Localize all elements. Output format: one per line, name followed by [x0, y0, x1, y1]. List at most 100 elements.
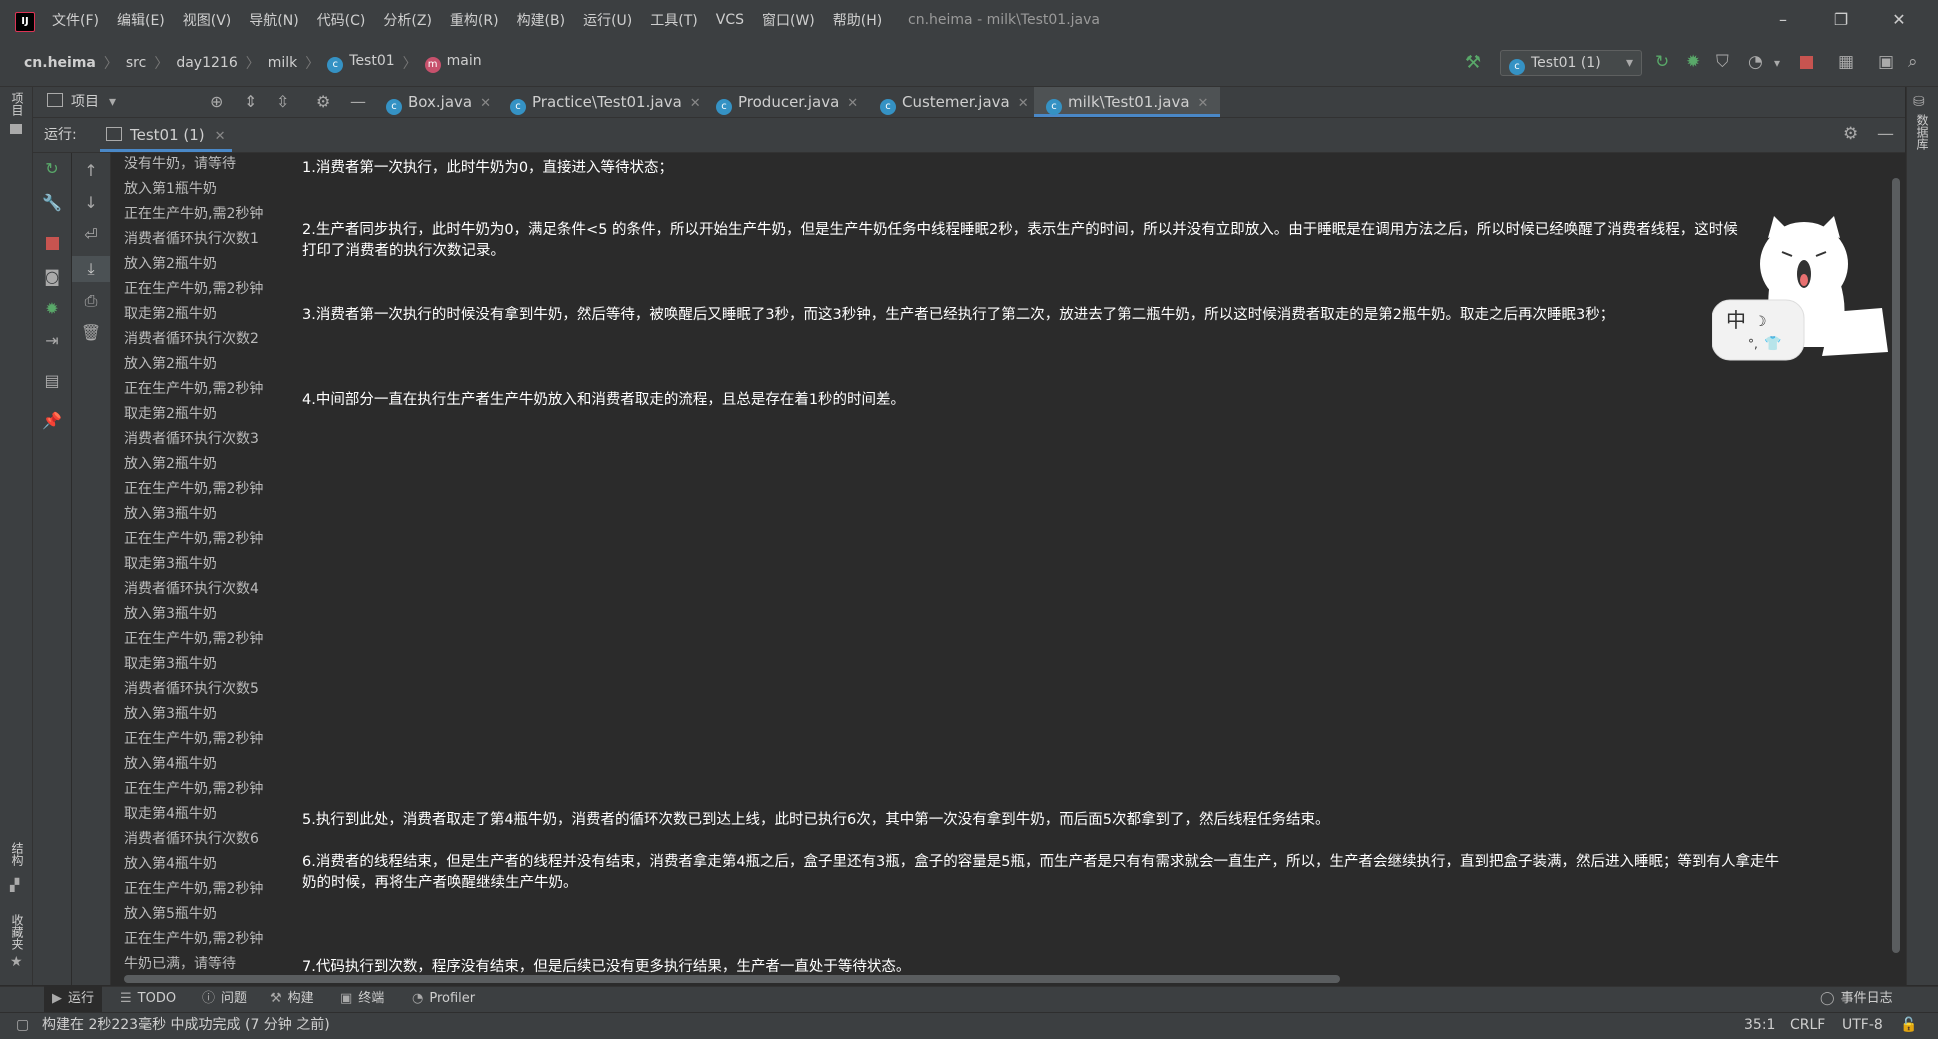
- tool-tab-terminal[interactable]: ▣ 终端: [340, 986, 384, 1012]
- menu-analyze[interactable]: 分析(Z): [383, 10, 432, 30]
- minimize-button[interactable]: –: [1760, 0, 1806, 40]
- close-icon[interactable]: ✕: [1198, 96, 1209, 111]
- menu-navigate[interactable]: 导航(N): [249, 10, 298, 30]
- event-log-button[interactable]: ◯ 事件日志: [1820, 986, 1893, 1012]
- tab-milk-test01[interactable]: c milk\Test01.java ✕: [1034, 87, 1221, 117]
- soft-wrap-icon[interactable]: ⏎: [72, 225, 110, 244]
- close-icon[interactable]: ✕: [1018, 96, 1029, 111]
- close-icon[interactable]: ✕: [215, 129, 226, 144]
- cursor-position[interactable]: 35:1: [1744, 1012, 1775, 1038]
- tab-practice-test01[interactable]: c Practice\Test01.java ✕: [510, 87, 701, 117]
- gear-icon[interactable]: ⚙: [316, 92, 330, 111]
- speech-bubble-icon: ◯: [1820, 991, 1835, 1006]
- close-icon[interactable]: ✕: [847, 96, 858, 111]
- search-icon[interactable]: ⌕: [1908, 52, 1918, 72]
- locate-icon[interactable]: ⊕: [210, 92, 223, 111]
- stop-icon[interactable]: [1800, 56, 1813, 69]
- layout-icon[interactable]: ▤: [33, 371, 71, 390]
- coverage-icon[interactable]: ⛉: [1716, 52, 1729, 72]
- status-message[interactable]: 构建在 2秒223毫秒 中成功完成 (7 分钟 之前): [42, 1012, 330, 1038]
- chevron-down-icon[interactable]: ▾: [1774, 56, 1780, 70]
- close-icon[interactable]: ✕: [690, 96, 701, 111]
- console-line: 放入第4瓶牛奶: [124, 756, 217, 772]
- lock-icon[interactable]: 🔓: [1900, 1012, 1917, 1038]
- console-line: 取走第3瓶牛奶: [124, 656, 217, 672]
- gear-icon[interactable]: ⚙: [1843, 124, 1858, 144]
- exit-icon[interactable]: ⇥: [33, 331, 71, 350]
- wrench-icon[interactable]: 🔧: [33, 193, 71, 212]
- debug-icon[interactable]: ✹: [33, 299, 71, 318]
- tab-producer-java[interactable]: c Producer.java ✕: [716, 87, 858, 117]
- breadcrumb-project[interactable]: cn.heima: [24, 55, 96, 71]
- menu-tools[interactable]: 工具(T): [650, 10, 697, 30]
- vertical-scrollbar[interactable]: [1892, 178, 1900, 953]
- toggle-tool-windows-icon[interactable]: ▢: [16, 1012, 29, 1038]
- debug-icon[interactable]: ✹: [1686, 52, 1700, 72]
- console-line: 正在生产牛奶,需2秒钟: [124, 281, 264, 297]
- structure-tool-tab[interactable]: 结构: [9, 842, 26, 866]
- profile-icon[interactable]: ◔: [1748, 52, 1763, 72]
- menu-help[interactable]: 帮助(H): [833, 10, 882, 30]
- menu-refactor[interactable]: 重构(R): [450, 10, 499, 30]
- scroll-to-end-icon[interactable]: ⤓: [72, 256, 110, 282]
- rerun-icon[interactable]: ↻: [1655, 52, 1669, 72]
- close-icon[interactable]: ✕: [480, 96, 491, 111]
- project-panel-header[interactable]: 项目 ▾: [47, 87, 116, 117]
- camera-icon[interactable]: ◙: [33, 267, 71, 286]
- menu-build[interactable]: 构建(B): [517, 10, 566, 30]
- breadcrumb-class[interactable]: c Test01: [327, 53, 395, 73]
- run-config-select[interactable]: c Test01 (1) ▾: [1500, 50, 1642, 76]
- tool-tab-profiler[interactable]: ◔ Profiler: [412, 986, 475, 1012]
- tool-tab-todo[interactable]: ☰ TODO: [120, 986, 176, 1012]
- trash-icon[interactable]: 🗑: [72, 323, 110, 342]
- project-structure-icon[interactable]: ▦: [1838, 52, 1854, 72]
- menu-run[interactable]: 运行(U): [583, 10, 632, 30]
- run-tab-test01[interactable]: Test01 (1) ✕: [100, 118, 232, 152]
- close-window-button[interactable]: ✕: [1876, 0, 1922, 40]
- stop-icon[interactable]: [33, 235, 71, 254]
- pin-icon[interactable]: 📌: [33, 411, 71, 430]
- restore-button[interactable]: ❐: [1818, 0, 1864, 40]
- tab-box-java[interactable]: c Box.java ✕: [386, 87, 491, 117]
- annotation-note: 6.消费者的线程结束，但是生产者的线程并没有结束，消费者拿走第4瓶之后，盒子里还…: [302, 854, 1780, 891]
- tab-custemer-java[interactable]: c Custemer.java ✕: [880, 87, 1029, 117]
- terminal-icon[interactable]: ▣: [1878, 52, 1894, 72]
- project-tool-tab[interactable]: 项目: [9, 92, 26, 116]
- menu-vcs[interactable]: VCS: [716, 12, 744, 28]
- console-line: 取走第2瓶牛奶: [124, 406, 217, 422]
- horizontal-scrollbar[interactable]: [124, 975, 1340, 983]
- breadcrumb-milk[interactable]: milk: [268, 55, 298, 71]
- menu-window[interactable]: 窗口(W): [762, 10, 815, 30]
- breadcrumb-src[interactable]: src: [126, 55, 146, 71]
- tool-tab-problems[interactable]: ⓘ 问题: [202, 986, 247, 1012]
- menu-edit[interactable]: 编辑(E): [117, 10, 165, 30]
- tool-tab-run[interactable]: ▶ 运行: [44, 986, 103, 1012]
- console-line: 消费者循环执行次数4: [124, 581, 259, 597]
- menu-file[interactable]: 文件(F): [52, 10, 99, 30]
- chevron-right-icon: 〉: [103, 56, 118, 72]
- database-tool-tab[interactable]: 数据库: [1914, 114, 1931, 150]
- rerun-icon[interactable]: ↻: [33, 159, 71, 178]
- file-encoding[interactable]: UTF-8: [1842, 1012, 1883, 1038]
- menu-code[interactable]: 代码(C): [317, 10, 366, 30]
- collapse-all-icon[interactable]: ⇳: [276, 92, 289, 111]
- console-icon: [106, 127, 122, 141]
- tool-tab-build[interactable]: ⚒ 构建: [270, 986, 314, 1012]
- breadcrumb-method[interactable]: m main: [424, 53, 482, 73]
- class-icon: c: [716, 99, 732, 115]
- arrow-up-icon[interactable]: ↑: [72, 161, 110, 180]
- print-icon[interactable]: ⎙: [72, 291, 110, 311]
- console-line: 消费者循环执行次数2: [124, 331, 259, 347]
- line-separator[interactable]: CRLF: [1790, 1012, 1825, 1038]
- menu-view[interactable]: 视图(V): [183, 10, 232, 30]
- favorites-tool-tab[interactable]: 收藏夹: [9, 914, 26, 950]
- hide-icon[interactable]: —: [350, 92, 366, 111]
- build-hammer-icon[interactable]: ⚒: [1465, 52, 1481, 73]
- expand-all-icon[interactable]: ⇕: [244, 92, 257, 111]
- breadcrumb-day1216[interactable]: day1216: [176, 55, 237, 71]
- hide-icon[interactable]: —: [1877, 124, 1894, 144]
- arrow-down-icon[interactable]: ↓: [72, 193, 110, 212]
- star-icon: ★: [10, 954, 23, 970]
- cat-sticker-image: 中 ☽ °, 👕: [1712, 216, 1888, 361]
- intellij-logo-icon[interactable]: IJ: [15, 12, 35, 32]
